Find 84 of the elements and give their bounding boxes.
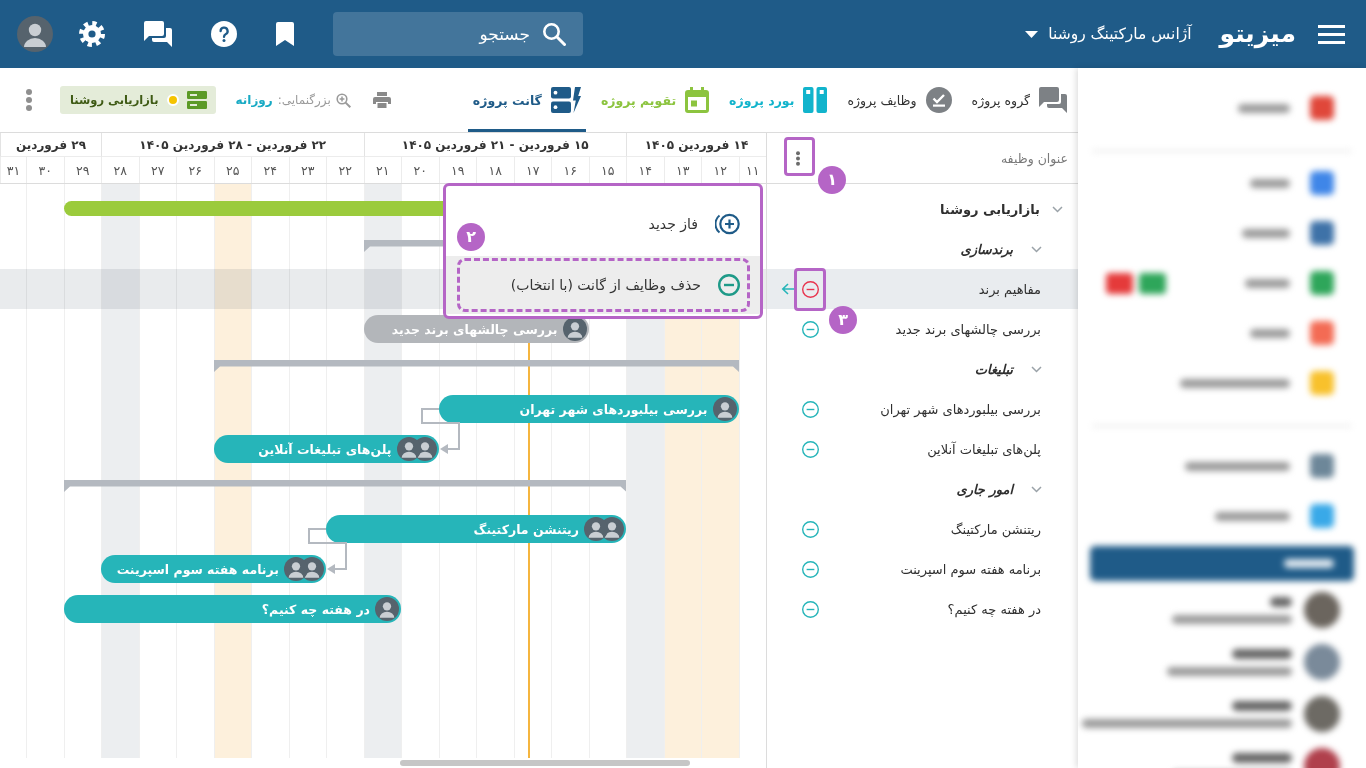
scrollbar-thumb[interactable] xyxy=(400,760,690,766)
avatar-icon[interactable] xyxy=(17,16,53,52)
week-header-cell: ۱۵ فروردین - ۲۱ فروردین ۱۴۰۵ xyxy=(363,133,626,157)
zoom-in-icon xyxy=(335,92,351,108)
avatar-icon xyxy=(284,557,308,581)
task-title[interactable]: بررسی بیلبوردهای شهر تهران xyxy=(880,401,1041,417)
chevron-icon[interactable] xyxy=(1031,485,1042,493)
task-bar-label: پلن‌های تبلیغات آنلاین xyxy=(258,441,392,457)
calendar-icon xyxy=(685,87,710,113)
day-header-cell: ۲۷ xyxy=(138,157,176,183)
chevron-icon[interactable] xyxy=(1031,245,1042,253)
app-logo: میزیتو xyxy=(1219,19,1296,49)
board-columns-icon xyxy=(803,87,828,113)
task-title[interactable]: در هفته چه کنیم؟ xyxy=(947,601,1041,617)
phase-summary-bar[interactable] xyxy=(63,480,626,492)
vertical-dots-icon[interactable] xyxy=(796,150,800,166)
highlight-frame xyxy=(784,137,815,176)
task-title[interactable]: ریتنشن مارکتینگ xyxy=(950,521,1041,537)
chevron-icon[interactable] xyxy=(1031,365,1042,373)
highlight-frame xyxy=(794,268,826,311)
task-bar-label: بررسی بیلبوردهای شهر تهران xyxy=(519,401,708,417)
day-header-cell: ۲۲ xyxy=(326,157,364,183)
workspace-dropdown[interactable]: آژانس مارکتینگ روشنا xyxy=(1025,23,1192,45)
avatar-icon xyxy=(562,317,587,341)
minus-circle-icon[interactable] xyxy=(802,600,819,618)
task-bar-label: ریتنشن مارکتینگ xyxy=(473,521,579,537)
caret-icon xyxy=(1025,30,1039,38)
tab[interactable]: گروه پروژه xyxy=(966,68,1072,132)
minus-circle-icon[interactable] xyxy=(802,520,819,538)
minus-circle-icon[interactable] xyxy=(802,320,819,338)
day-header-cell: ۲۸ xyxy=(101,157,139,183)
task-bar-label: بررسی چالشهای برند جدید xyxy=(391,321,558,337)
minus-circle-icon[interactable] xyxy=(802,440,819,458)
phase-title[interactable]: برندسازی xyxy=(960,241,1013,257)
phase-title[interactable]: تبلیغات xyxy=(974,361,1013,377)
arrow-left-icon xyxy=(781,283,795,295)
day-header-cell: ۲۵ xyxy=(213,157,251,183)
minus-circle-icon[interactable] xyxy=(802,280,819,298)
task-bar-label: برنامه هفته سوم اسپرینت xyxy=(116,561,279,577)
server-icon xyxy=(186,91,207,109)
column-header: عنوان وظیفه xyxy=(1000,150,1068,166)
search-field[interactable]: جستجو xyxy=(333,12,583,56)
day-header-cell: ۳۱ xyxy=(0,157,26,183)
minus-circle-icon xyxy=(718,274,740,296)
day-header-cell: ۲۳ xyxy=(288,157,326,183)
task-title[interactable]: بررسی چالشهای برند جدید xyxy=(895,321,1041,337)
bookmark-icon[interactable] xyxy=(276,22,294,46)
avatar-icon xyxy=(396,437,421,461)
minus-circle-icon[interactable] xyxy=(802,400,819,418)
task-bar-label: در هفته چه کنیم؟ xyxy=(261,601,370,617)
chevron-icon[interactable] xyxy=(1052,205,1063,213)
day-header-cell: ۲۰ xyxy=(401,157,439,183)
avatar-icon xyxy=(712,397,737,421)
day-header-cell: ۲۱ xyxy=(363,157,401,183)
day-header-cell: ۲۶ xyxy=(176,157,214,183)
day-header-cell: ۲۴ xyxy=(251,157,289,183)
phase-summary-bar[interactable] xyxy=(213,360,739,372)
day-header-cell: ۳۰ xyxy=(26,157,64,183)
avatar-icon xyxy=(375,597,399,621)
avatar-icon xyxy=(584,517,608,541)
task-title[interactable]: پلن‌های تبلیغات آنلاین xyxy=(927,441,1041,457)
plus-circle-icon xyxy=(715,213,740,235)
minus-circle-icon[interactable] xyxy=(802,560,819,578)
bars-lightning-icon xyxy=(550,87,581,113)
tab[interactable]: وظایف پروژه xyxy=(842,68,957,132)
vertical-dots-icon[interactable] xyxy=(26,89,32,111)
week-header-cell: ۲۲ فروردین - ۲۸ فروردین ۱۴۰۵ xyxy=(101,133,364,157)
settings-icon[interactable] xyxy=(79,21,105,47)
help-icon[interactable] xyxy=(211,21,237,47)
menu-icon[interactable] xyxy=(1318,24,1345,44)
week-header-cell: ۲۹ فروردین xyxy=(0,133,101,157)
check-circle-icon xyxy=(925,87,952,113)
chat-bubbles-icon xyxy=(1039,87,1067,113)
week-header-cell: ۱۴ فروردین ۱۴۰۵ xyxy=(626,133,766,157)
project-filter-chip[interactable]: بازاریابی روشنا xyxy=(60,86,216,114)
day-header-cell: ۲۹ xyxy=(63,157,101,183)
project-title[interactable]: بازاریابی روشنا xyxy=(939,201,1040,217)
chat-bubbles-icon[interactable] xyxy=(144,21,172,47)
phase-title[interactable]: امور جاری xyxy=(956,481,1013,497)
printer-icon[interactable] xyxy=(372,92,391,108)
menu-item[interactable]: حذف وظایف از گانت (با انتخاب) xyxy=(446,256,760,314)
search-icon xyxy=(542,22,566,46)
task-title[interactable]: برنامه هفته سوم اسپرینت xyxy=(900,561,1041,577)
task-title[interactable]: مفاهیم برند xyxy=(978,281,1041,297)
